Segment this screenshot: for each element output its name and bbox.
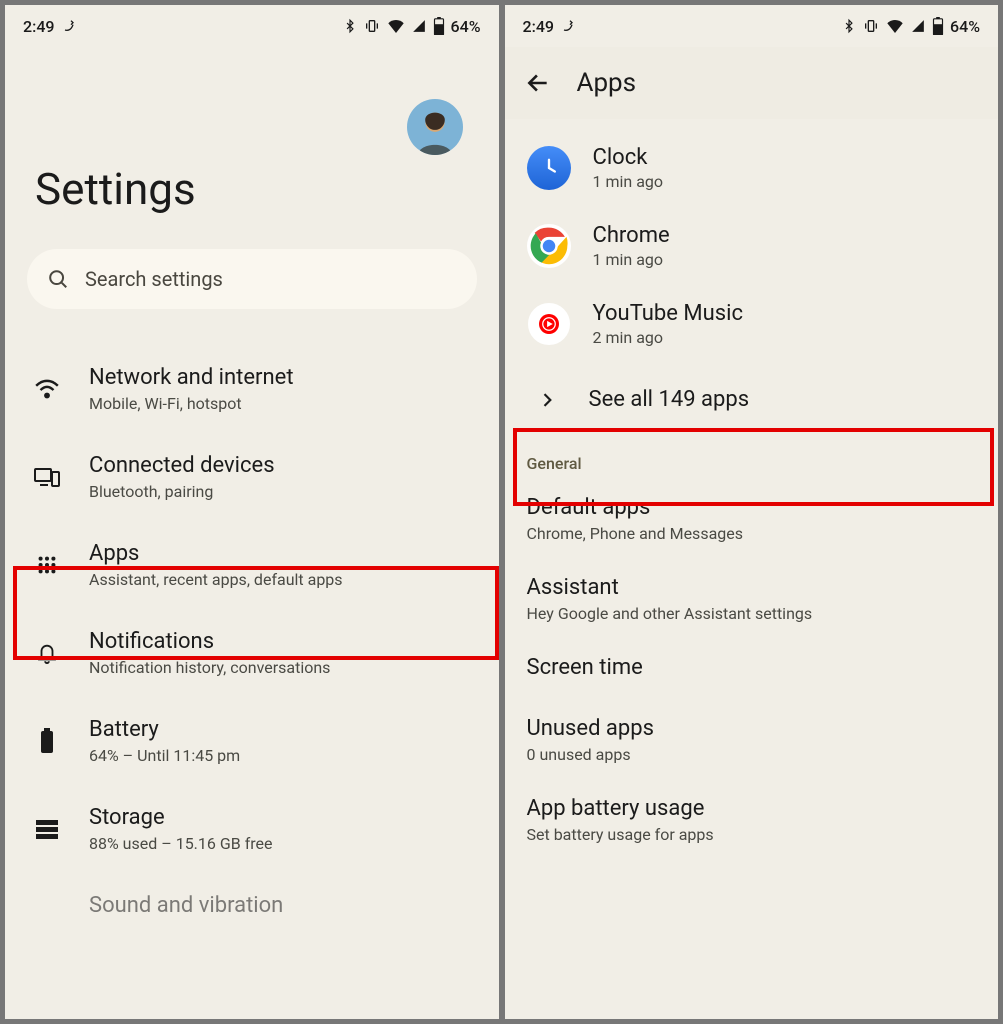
recent-app-youtube-music[interactable]: YouTube Music 2 min ago (505, 285, 999, 363)
back-arrow-icon[interactable] (525, 70, 551, 96)
bluetooth-icon (842, 18, 856, 34)
settings-item-battery[interactable]: Battery 64% – Until 11:45 pm (5, 697, 499, 785)
status-battery-pct: 64% (950, 17, 980, 36)
apps-grid-icon (36, 554, 58, 576)
settings-screen: 2:49 64% Settings Search settings Networ… (5, 5, 499, 1019)
wifi-icon (387, 19, 405, 33)
app-time: 1 min ago (593, 172, 977, 191)
item-title: Network and internet (89, 365, 477, 390)
recent-app-chrome[interactable]: Chrome 1 min ago (505, 207, 999, 285)
app-time: 2 min ago (593, 328, 977, 347)
item-sub: Mobile, Wi-Fi, hotspot (89, 394, 477, 413)
general-default-apps[interactable]: Default apps Chrome, Phone and Messages (505, 479, 999, 559)
settings-item-storage[interactable]: Storage 88% used – 15.16 GB free (5, 785, 499, 873)
signal-icon (411, 19, 427, 33)
item-sub: Set battery usage for apps (527, 825, 977, 844)
general-unused-apps[interactable]: Unused apps 0 unused apps (505, 700, 999, 780)
battery-icon (932, 17, 944, 35)
call-forward-icon (61, 18, 77, 34)
wifi-icon (886, 19, 904, 33)
settings-item-notifications[interactable]: Notifications Notification history, conv… (5, 609, 499, 697)
see-all-label: See all 149 apps (589, 387, 750, 412)
search-placeholder: Search settings (85, 267, 223, 291)
item-title: Screen time (527, 655, 977, 680)
search-icon (47, 268, 69, 290)
item-title: Storage (89, 805, 477, 830)
item-title: Notifications (89, 629, 477, 654)
item-sub: Hey Google and other Assistant settings (527, 604, 977, 623)
see-all-apps[interactable]: See all 149 apps (505, 363, 999, 436)
settings-item-sound[interactable]: Sound and vibration (5, 873, 499, 942)
signal-icon (910, 19, 926, 33)
status-bar: 2:49 64% (5, 5, 499, 47)
general-app-battery-usage[interactable]: App battery usage Set battery usage for … (505, 780, 999, 860)
item-title: Default apps (527, 495, 977, 520)
bluetooth-icon (343, 18, 357, 34)
item-title: Connected devices (89, 453, 477, 478)
page-title: Apps (577, 68, 637, 98)
item-title: Apps (89, 541, 477, 566)
page-title: Settings (5, 155, 499, 249)
item-title: App battery usage (527, 796, 977, 821)
profile-avatar[interactable] (407, 99, 463, 155)
item-title: Sound and vibration (89, 893, 477, 918)
vibrate-icon (862, 18, 880, 34)
status-battery-pct: 64% (451, 17, 481, 36)
storage-icon (35, 819, 59, 839)
status-time: 2:49 (23, 17, 55, 36)
wifi-icon (34, 378, 60, 400)
chevron-right-icon (537, 390, 557, 410)
call-forward-icon (560, 18, 576, 34)
chrome-app-icon (527, 224, 571, 268)
item-sub: 88% used – 15.16 GB free (89, 834, 477, 853)
general-screen-time[interactable]: Screen time (505, 639, 999, 700)
item-sub: Chrome, Phone and Messages (527, 524, 977, 543)
app-name: Clock (593, 145, 977, 170)
youtube-music-app-icon (527, 302, 571, 346)
apps-screen: 2:49 64% Apps Clock 1 min ago (505, 5, 999, 1019)
bell-icon (36, 641, 58, 665)
recent-app-clock[interactable]: Clock 1 min ago (505, 129, 999, 207)
settings-item-apps[interactable]: Apps Assistant, recent apps, default app… (5, 521, 499, 609)
status-time: 2:49 (523, 17, 555, 36)
settings-item-network[interactable]: Network and internet Mobile, Wi-Fi, hots… (5, 345, 499, 433)
item-title: Unused apps (527, 716, 977, 741)
item-sub: 64% – Until 11:45 pm (89, 746, 477, 765)
settings-item-connected-devices[interactable]: Connected devices Bluetooth, pairing (5, 433, 499, 521)
item-title: Assistant (527, 575, 977, 600)
item-title: Battery (89, 717, 477, 742)
general-assistant[interactable]: Assistant Hey Google and other Assistant… (505, 559, 999, 639)
app-name: Chrome (593, 223, 977, 248)
devices-icon (34, 466, 60, 488)
item-sub: Assistant, recent apps, default apps (89, 570, 477, 589)
app-time: 1 min ago (593, 250, 977, 269)
general-section-header: General (505, 436, 999, 479)
item-sub: 0 unused apps (527, 745, 977, 764)
clock-app-icon (527, 146, 571, 190)
item-sub: Notification history, conversations (89, 658, 477, 677)
battery-icon (39, 728, 55, 754)
status-bar: 2:49 64% (505, 5, 999, 47)
battery-icon (433, 17, 445, 35)
apps-topbar: Apps (505, 47, 999, 119)
app-name: YouTube Music (593, 301, 977, 326)
vibrate-icon (363, 18, 381, 34)
item-sub: Bluetooth, pairing (89, 482, 477, 501)
search-settings[interactable]: Search settings (27, 249, 477, 309)
